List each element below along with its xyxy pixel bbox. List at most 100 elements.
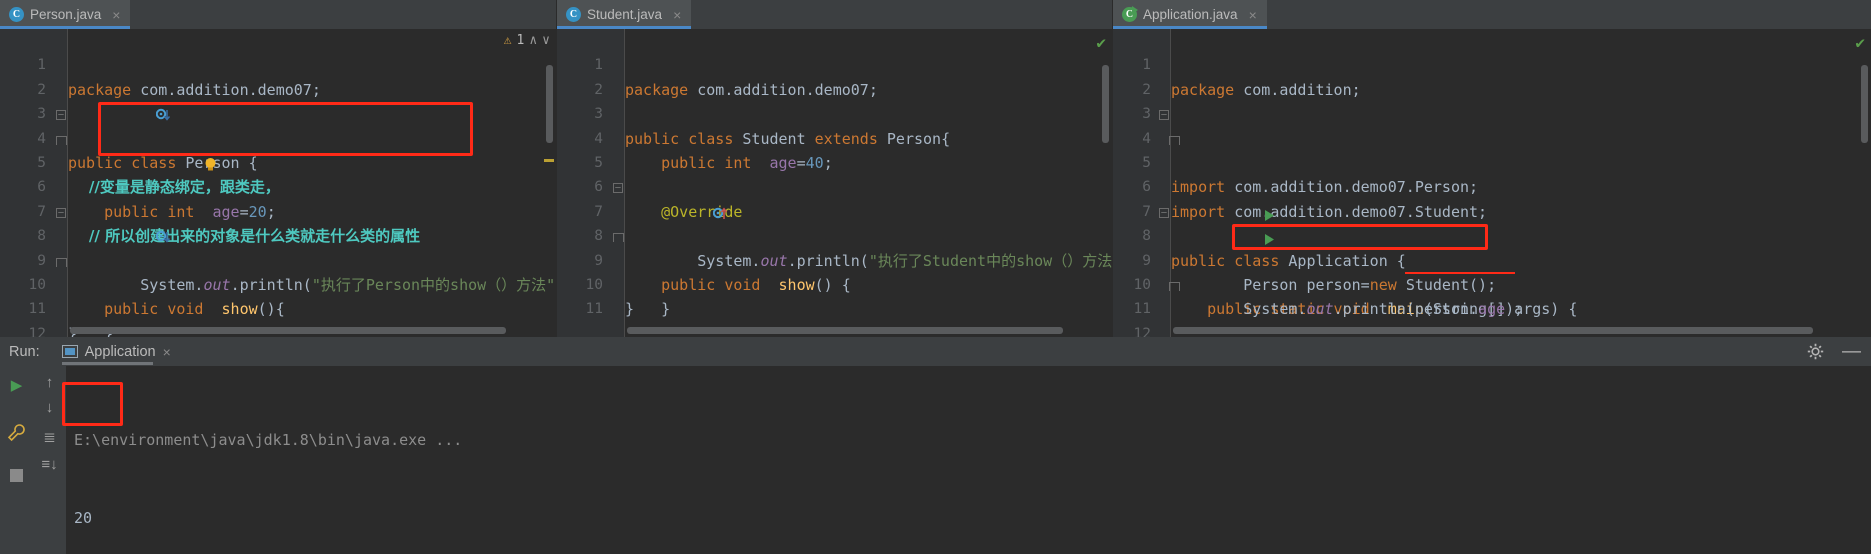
- editor-pane-application: C Application.java × ✔ 1 package com.add…: [1112, 0, 1871, 337]
- close-icon[interactable]: ×: [163, 344, 171, 360]
- overridden-member-icon[interactable]: [30, 82, 171, 121]
- run-tab-label: Application: [84, 343, 156, 360]
- code-lines-application: 1 package com.addition; 2 3 4 – import c…: [1113, 29, 1871, 337]
- scroll-down-icon[interactable]: ↓: [33, 399, 66, 416]
- code-line: 8 – public static void main(String[] arg…: [1113, 200, 1871, 318]
- overridden-member-icon[interactable]: [30, 204, 171, 243]
- code-line: 7 – public void show() {: [557, 175, 1112, 294]
- rerun-play-icon[interactable]: ▶: [0, 376, 33, 394]
- run-tool-window: Run: Application × — ▶ ↑ ↓ ≣ ≡↓ E:\envir…: [0, 337, 1871, 554]
- green-check-icon: ✔: [1096, 33, 1106, 52]
- editor-split-container: C Person.java × ⚠ 1 ∧ ∨ 1 package com.ad…: [0, 0, 1871, 337]
- java-class-icon: C: [9, 7, 24, 22]
- tabbar-person: C Person.java ×: [0, 0, 556, 29]
- code-line: 9 System.out.println("执行了Person中的show（）方…: [0, 224, 556, 294]
- stop-icon[interactable]: [0, 469, 33, 486]
- code-line: 7: [0, 175, 556, 220]
- java-class-icon: C: [566, 7, 581, 22]
- code-line: 12 }: [1113, 297, 1871, 337]
- run-header-actions: —: [1807, 337, 1861, 366]
- code-line: 1 package com.addition;: [1113, 29, 1871, 98]
- close-icon[interactable]: ×: [112, 8, 120, 22]
- code-area-student[interactable]: ✔ 1 package com.addition.demo07; 2 3 pub…: [557, 29, 1112, 337]
- intention-bulb-icon[interactable]: [78, 131, 216, 171]
- tabbar-application: C Application.java ×: [1113, 0, 1871, 29]
- console-line: E:\environment\java\jdk1.8\bin\java.exe …: [74, 431, 463, 449]
- code-line: 4 public int age=40;: [557, 102, 1112, 172]
- code-line: 6 public int age=20;: [0, 151, 556, 220]
- run-actions-column: ▶: [0, 366, 33, 554]
- console-line: 20: [74, 509, 93, 527]
- fold-region-end-icon[interactable]: [56, 135, 67, 145]
- horizontal-scrollbar[interactable]: [1173, 327, 1813, 334]
- editor-pane-student: C Student.java × ✔ 1 package com.additio…: [556, 0, 1112, 337]
- tab-student-java[interactable]: C Student.java ×: [557, 0, 692, 29]
- fold-collapse-icon[interactable]: –: [1159, 207, 1169, 218]
- fold-collapse-icon[interactable]: –: [1159, 110, 1169, 121]
- prev-problem-icon[interactable]: ∧: [529, 33, 537, 48]
- run-tab-application[interactable]: Application ×: [61, 337, 171, 366]
- line-number: 12: [28, 325, 46, 337]
- code-line: 11 }: [0, 273, 556, 337]
- code-line: 5 import com.addition.demo07.Student;: [1113, 127, 1871, 221]
- soft-wrap-icon[interactable]: ≣: [33, 428, 66, 446]
- fold-region-end-icon[interactable]: [56, 257, 67, 267]
- fold-region-end-icon[interactable]: [1169, 135, 1180, 145]
- run-label: Run:: [9, 343, 40, 360]
- code-line: 10 System.out.println(person.age);: [1113, 249, 1871, 318]
- tab-label: Student.java: [587, 7, 663, 22]
- close-icon[interactable]: ×: [1249, 8, 1257, 22]
- code-line: 1 package com.addition.demo07;: [557, 29, 1112, 98]
- run-tab-underline: [61, 362, 153, 365]
- overriding-member-icon[interactable]: [587, 179, 728, 219]
- tab-application-java[interactable]: C Application.java ×: [1113, 0, 1267, 29]
- run-tool-header: Run: Application × —: [0, 337, 1871, 366]
- close-icon[interactable]: ×: [673, 8, 681, 22]
- inspection-status-person: ⚠ 1 ∧ ∨: [504, 33, 550, 48]
- fold-collapse-icon[interactable]: –: [613, 183, 623, 194]
- horizontal-scrollbar[interactable]: [627, 327, 1063, 334]
- code-line: 8 System.out.println("执行了Student中的show（）…: [557, 200, 1112, 269]
- green-check-icon: ✔: [1855, 33, 1865, 52]
- code-line: 3: [1113, 78, 1871, 122]
- code-line: 10 }: [0, 249, 556, 337]
- person-age-underline: [1405, 272, 1515, 274]
- editor-pane-person: C Person.java × ⚠ 1 ∧ ∨ 1 package com.ad…: [0, 0, 556, 337]
- vertical-scrollbar[interactable]: [1861, 65, 1868, 143]
- next-problem-icon[interactable]: ∨: [542, 33, 550, 48]
- editor-marker[interactable]: [544, 159, 554, 162]
- fold-collapse-icon[interactable]: –: [56, 207, 66, 218]
- print-icon[interactable]: ≡↓: [33, 456, 66, 473]
- warning-count: 1: [516, 33, 525, 48]
- ide-window: C Person.java × ⚠ 1 ∧ ∨ 1 package com.ad…: [0, 0, 1871, 554]
- fold-collapse-icon[interactable]: –: [56, 110, 66, 121]
- code-line: 7 public class Application {: [1113, 175, 1871, 270]
- console-output[interactable]: E:\environment\java\jdk1.8\bin\java.exe …: [66, 366, 1871, 554]
- line-number: 11: [585, 301, 603, 318]
- code-line: 11: [557, 273, 1112, 317]
- fold-region-end-icon[interactable]: [1169, 281, 1180, 291]
- inspection-status-student: ✔: [1096, 33, 1106, 52]
- code-area-person[interactable]: ⚠ 1 ∧ ∨ 1 package com.addition.demo07; 2: [0, 29, 556, 337]
- code-lines-student: 1 package com.addition.demo07; 2 3 publi…: [557, 29, 1112, 337]
- vertical-scrollbar[interactable]: [1102, 65, 1109, 143]
- code-line: 11 }: [1113, 273, 1871, 317]
- run-method-gutter-icon[interactable]: [1137, 205, 1275, 246]
- gear-icon[interactable]: [1807, 343, 1824, 360]
- tab-person-java[interactable]: C Person.java ×: [0, 0, 131, 29]
- code-line: 10 }: [557, 249, 1112, 318]
- tab-label: Application.java: [1143, 7, 1238, 22]
- wrench-icon[interactable]: [0, 423, 33, 442]
- code-line: 8 – public void show(){: [0, 200, 556, 318]
- vertical-scrollbar[interactable]: [546, 65, 553, 143]
- scroll-up-icon[interactable]: ↑: [33, 374, 66, 391]
- fold-region-end-icon[interactable]: [613, 233, 624, 243]
- code-line: 4 – import com.addition.demo07.Person;: [1113, 102, 1871, 196]
- run-class-gutter-icon[interactable]: [1137, 180, 1275, 221]
- minimize-icon[interactable]: —: [1842, 342, 1861, 361]
- horizontal-scrollbar[interactable]: [70, 327, 506, 334]
- code-area-application[interactable]: ✔ 1 package com.addition; 2 3 4 – import…: [1113, 29, 1871, 337]
- code-line: 9 }: [557, 224, 1112, 318]
- code-line: 12: [0, 297, 556, 337]
- code-line: 1 package com.addition.demo07;: [0, 29, 556, 98]
